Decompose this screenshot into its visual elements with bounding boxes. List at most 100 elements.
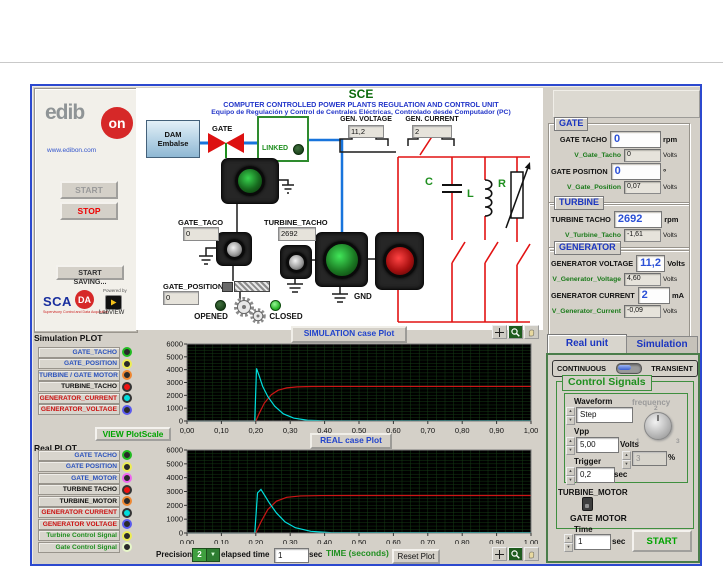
precision-dropdown-arrow-icon[interactable]: ▼ — [207, 548, 220, 562]
waveform-field[interactable]: Step — [576, 407, 633, 423]
legend-item[interactable]: GATE_POSITION — [38, 359, 132, 369]
time-stepper[interactable]: ▲ ▼ — [564, 534, 573, 552]
legend-item[interactable]: GENERATOR VOLTAGE — [38, 519, 132, 529]
crosshair-tool-button[interactable] — [492, 325, 507, 339]
legend-label: TURBINE_TACHO — [38, 381, 120, 392]
stepper-up-icon[interactable]: ▲ — [566, 407, 575, 416]
zoom-tool-button[interactable] — [508, 547, 523, 561]
v-generator-current-row: V_Generator_Current -0,09 Volts — [551, 305, 685, 318]
legend-color-swatch[interactable] — [122, 508, 132, 518]
legend-color-swatch[interactable] — [122, 531, 132, 541]
stepper-down-icon[interactable]: ▼ — [622, 460, 631, 469]
stepper-up-icon[interactable]: ▲ — [622, 451, 631, 460]
turbine-tacho-indicator: 2692 — [278, 227, 316, 241]
stepper-down-icon[interactable]: ▼ — [564, 543, 573, 552]
pan-tool-button[interactable] — [524, 547, 539, 561]
powered-by-label: Powered by — [103, 288, 127, 293]
control-signals-title: Control Signals — [562, 375, 652, 391]
legend-item[interactable]: TURBINE_TACHO — [38, 382, 132, 392]
precision-dropdown[interactable]: 2 ▼ — [192, 548, 220, 562]
legend-color-swatch[interactable] — [122, 496, 132, 506]
legend-item[interactable]: GATE POSITION — [38, 462, 132, 472]
time-field[interactable]: 1 — [574, 534, 611, 550]
legend-item[interactable]: TURBINE / GATE MOTOR — [38, 370, 132, 380]
stepper-down-icon[interactable]: ▼ — [566, 446, 575, 455]
svg-text:0: 0 — [179, 417, 183, 426]
trigger-field[interactable]: 0,2 — [576, 467, 615, 483]
linked-switch-box[interactable]: LINKED — [257, 116, 309, 162]
continuous-transient-toggle[interactable] — [616, 363, 642, 374]
duty-field[interactable]: 3 — [632, 451, 667, 466]
legend-item[interactable]: GATE_TACHO — [38, 347, 132, 357]
stepper-up-icon[interactable]: ▲ — [566, 467, 575, 476]
legend-color-swatch[interactable] — [122, 393, 132, 403]
legend-item[interactable]: GENERATOR_CURRENT — [38, 393, 132, 403]
legend-item[interactable]: TURBINE_MOTOR — [38, 496, 132, 506]
real-plot-legend: GATE TACHO GATE POSITION GATE_MOTOR TURB… — [38, 450, 132, 554]
start-button[interactable]: START — [60, 181, 118, 199]
legend-color-swatch[interactable] — [122, 405, 132, 415]
stepper-down-icon[interactable]: ▼ — [566, 416, 575, 425]
turbine-generator-icon — [315, 232, 368, 287]
elapsed-time-label: elapsed time — [221, 550, 269, 559]
legend-item[interactable]: GATE TACHO — [38, 450, 132, 460]
frequency-knob[interactable] — [644, 412, 672, 440]
simulation-plot[interactable]: 0,000,100,200,300,400,500,600,700,800,90… — [160, 338, 540, 434]
vpp-field[interactable]: 5,00 — [576, 437, 619, 453]
legend-color-swatch[interactable] — [122, 462, 132, 472]
legend-color-swatch[interactable] — [122, 542, 132, 552]
legend-color-swatch[interactable] — [122, 370, 132, 380]
v-generator-current-indicator: -0,09 — [624, 305, 661, 318]
legend-color-swatch[interactable] — [122, 450, 132, 460]
duty-stepper[interactable]: ▲ ▼ — [622, 451, 631, 469]
svg-text:4000: 4000 — [166, 365, 183, 374]
legend-color-swatch[interactable] — [122, 485, 132, 495]
trigger-stepper[interactable]: ▲ ▼ — [566, 467, 575, 485]
stepper-down-icon[interactable]: ▼ — [566, 476, 575, 485]
vpp-stepper[interactable]: ▲ ▼ — [566, 437, 575, 455]
legend-item[interactable]: TURBINE TACHO — [38, 485, 132, 495]
crosshair-tool-button[interactable] — [492, 547, 507, 561]
waveform-label: Waveform — [574, 397, 612, 406]
real-plot[interactable]: 0,000,100,200,300,400,500,600,700,800,90… — [160, 444, 540, 544]
svg-text:2000: 2000 — [166, 501, 183, 510]
tab-real-unit[interactable]: Real unit — [547, 334, 627, 354]
opened-label: OPENED — [189, 312, 233, 321]
closed-label: CLOSED — [264, 312, 308, 321]
waveform-stepper[interactable]: ▲ ▼ — [566, 407, 575, 425]
legend-color-swatch[interactable] — [122, 382, 132, 392]
stepper-up-icon[interactable]: ▲ — [564, 534, 573, 543]
opened-led — [215, 300, 226, 311]
edibon-website-link[interactable]: www.edibon.com — [47, 147, 96, 154]
svg-text:5000: 5000 — [166, 459, 183, 468]
legend-item[interactable]: Turbine Control Signal — [38, 531, 132, 541]
legend-item[interactable]: GATE_MOTOR — [38, 473, 132, 483]
legend-item[interactable]: GENERATOR CURRENT — [38, 508, 132, 518]
legend-item[interactable]: GENERATOR_VOLTAGE — [38, 405, 132, 415]
legend-color-swatch[interactable] — [122, 359, 132, 369]
stop-button[interactable]: STOP — [60, 202, 118, 220]
turbine-tacho-label: TURBINE_TACHO — [264, 218, 328, 227]
trigger-label: Trigger — [574, 457, 601, 466]
generator-current-row: GENERATOR CURRENT 2 mA — [551, 287, 685, 304]
motor-start-button[interactable]: START — [632, 530, 692, 552]
gate-position-label: GATE_POSITION — [163, 282, 223, 291]
scada-logo: SCA DA Supervisory Control and Data Acqu… — [43, 293, 97, 317]
legend-color-swatch[interactable] — [122, 347, 132, 357]
legend-color-swatch[interactable] — [122, 473, 132, 483]
stepper-up-icon[interactable]: ▲ — [566, 437, 575, 446]
legend-item[interactable]: Gate Control Signal — [38, 542, 132, 552]
pan-tool-button[interactable] — [524, 325, 539, 339]
precision-label: Precision — [156, 550, 192, 559]
gate-valve-icon — [208, 133, 226, 153]
zoom-tool-button[interactable] — [508, 325, 523, 339]
legend-color-swatch[interactable] — [122, 519, 132, 529]
gen-voltage-indicator: 11,2 — [348, 125, 384, 138]
frequency-label: frequency — [632, 398, 670, 407]
reset-plot-button[interactable]: Reset Plot — [392, 549, 440, 564]
turbine-motor-toggle[interactable] — [582, 497, 593, 511]
tab-simulation[interactable]: Simulation — [626, 336, 698, 354]
gate-group-title: GATE — [554, 117, 588, 131]
gate-tacho-row: GATE TACHO 0 rpm — [551, 131, 685, 148]
start-saving-button[interactable]: START SAVING... — [56, 265, 124, 280]
